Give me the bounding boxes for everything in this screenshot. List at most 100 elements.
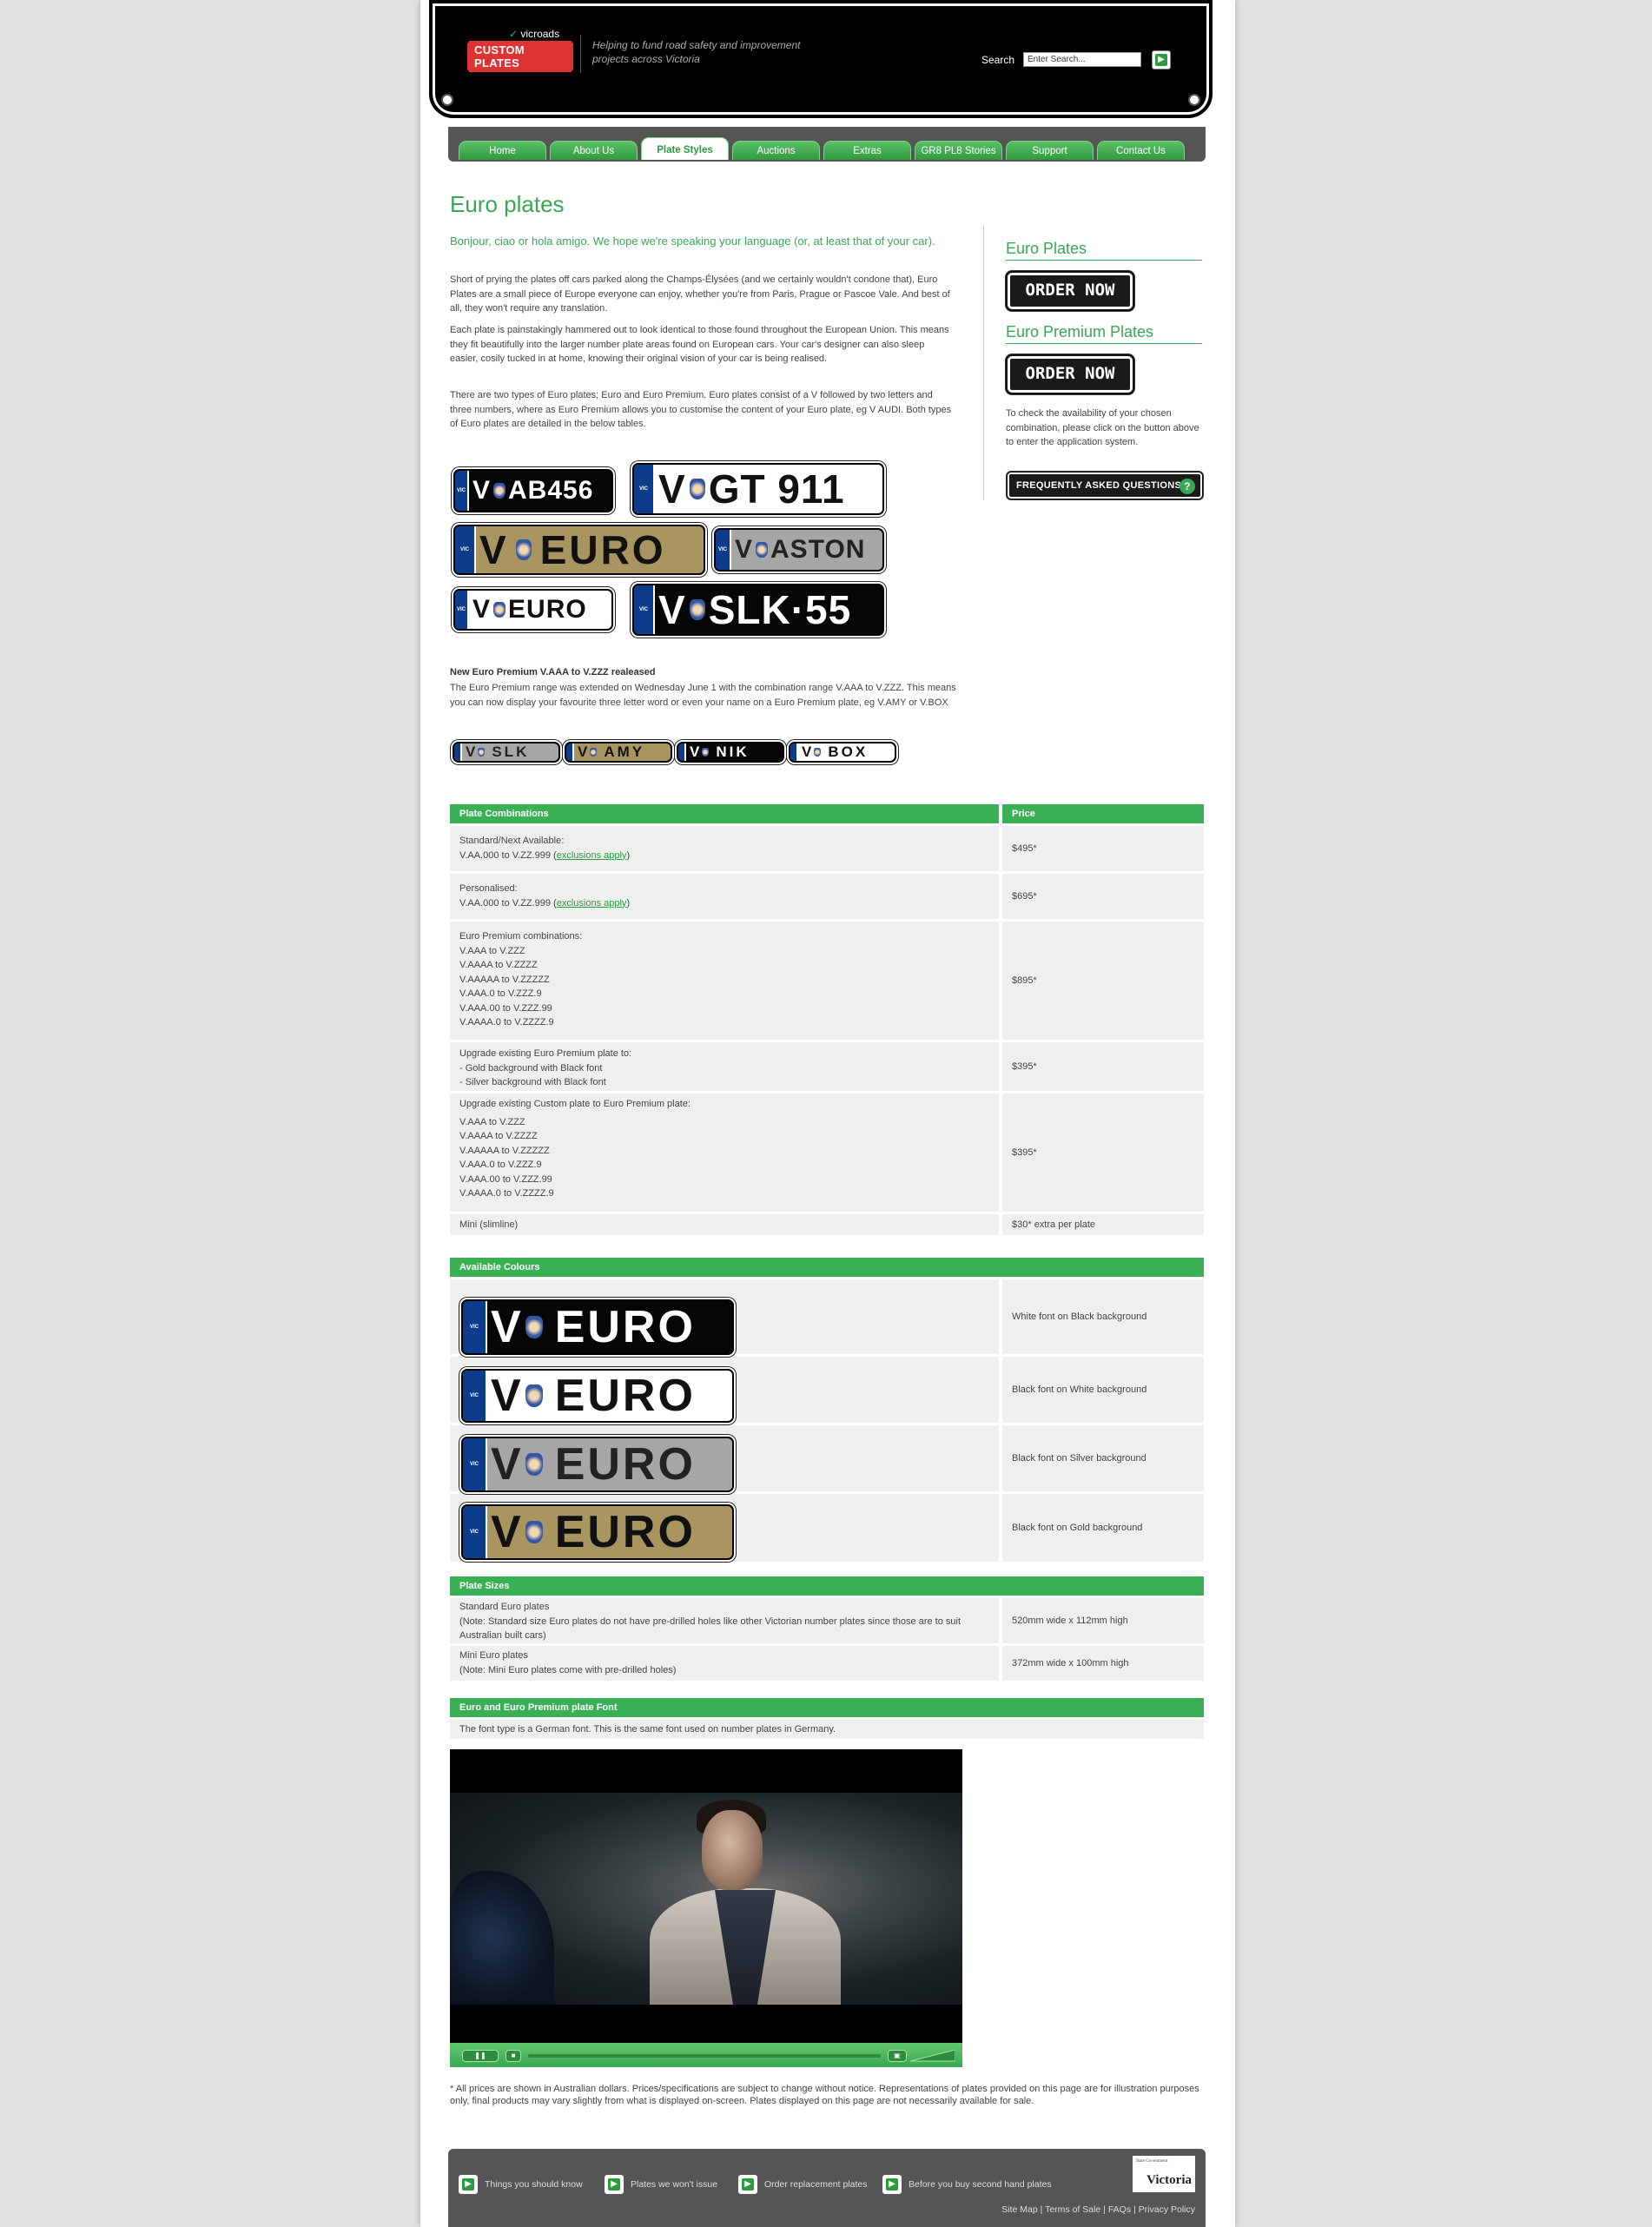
vic-label: VIC [638,606,648,612]
footer-link-second-hand-plates[interactable]: ▶ Before you buy second hand plates [882,2175,1052,2194]
tab-extras[interactable]: Extras [823,141,911,160]
vic-label: VIC [717,546,727,552]
row-line: V.AAAA.0 to V.ZZZZ.9 [459,1188,554,1199]
volume-icon[interactable] [910,2050,955,2062]
tab-support[interactable]: Support [1006,141,1094,160]
colour-plate-white: VIC V EURO [461,1369,734,1423]
row-line: - Silver background with Black font [459,1077,606,1087]
premium-release-heading: New Euro Premium V.AAA to V.ZZZ realease… [450,667,656,677]
table-row: Standard/Next Available: V.AA.000 to V.Z… [450,826,999,871]
plate-text: SLK·55 [708,587,852,632]
mini-plate-slk: V SLK [453,742,560,763]
vic-label: VIC [469,1529,479,1535]
plate-text: NIK [716,743,750,760]
arrow-right-icon: ▶ [605,2175,624,2194]
tab-home[interactable]: Home [459,141,546,160]
video-player[interactable]: ❚❚ ■ ▣ [450,1749,962,2067]
footer-link-replacement-plates[interactable]: ▶ Order replacement plates [738,2175,867,2194]
plate-euro-gold: VIC V EURO [453,525,705,575]
page-title: Euro plates [450,191,565,217]
row-title: Mini Euro plates [459,1650,528,1661]
range-text: V.AA.000 to V.ZZ.999 [459,897,551,909]
pause-icon[interactable]: ❚❚ [462,2050,499,2062]
plate-slk55: VIC V SLK·55 [632,584,884,636]
rivet-left [441,94,453,106]
row-line: V.AAAAA to V.ZZZZZ [459,974,550,985]
crest-icon [756,542,769,558]
colour-plate-gold: VIC V EURO [461,1504,734,1560]
crest-icon [702,748,710,757]
row-line: V.AAAA.0 to V.ZZZZ.9 [459,1017,554,1028]
gov-small-label: State Government [1136,2159,1168,2164]
vic-band: VIC [463,1438,487,1490]
table-header-font: Euro and Euro Premium plate Font [450,1698,1204,1717]
stop-icon[interactable]: ■ [506,2050,521,2062]
exclusions-link[interactable]: exclusions apply [557,898,627,909]
faq-label: FREQUENTLY ASKED QUESTIONS [1016,480,1182,491]
question-icon: ? [1180,479,1195,494]
crest-icon [814,748,822,757]
video-frame[interactable] [450,1793,962,2005]
table-row: Mini Euro plates (Note: Mini Euro plates… [450,1646,999,1681]
vic-band [790,743,798,761]
page: ✓ vicroads CUSTOM PLATES Helping to fund… [420,0,1235,2227]
crest-icon [689,479,705,499]
vic-band: VIC [716,530,731,570]
vicroads-brand[interactable]: ✓ vicroads [509,28,559,40]
row-line: V.AAA.0 to V.ZZZ.9 [459,1160,542,1170]
order-now-premium-button[interactable]: ORDER NOW [1006,354,1134,394]
crest-icon [689,599,705,620]
main-nav: Home About Us Plate Styles Auctions Extr… [448,127,1206,162]
row-line: - Gold background with Black font [459,1062,603,1074]
plate-prefix: V [690,743,701,760]
victoria-logo[interactable]: State Government Victoria [1133,2156,1195,2192]
video-progress-track[interactable] [528,2054,881,2058]
footer-legal-links[interactable]: Site Map | Terms of Sale | FAQs | Privac… [1001,2204,1195,2215]
plate-ab456: VIC V AB456 [453,469,613,512]
tab-about-us[interactable]: About Us [550,141,638,160]
row-title: Personalised: [459,883,518,894]
order-now-euro-button[interactable]: ORDER NOW [1006,271,1134,311]
paragraph-2: Each plate is painstakingly hammered out… [450,325,949,364]
colour-plate-silver: VIC V EURO [461,1437,734,1492]
brand-label: vicroads [520,28,560,40]
crest-icon [525,1521,543,1543]
tab-plate-styles[interactable]: Plate Styles [641,137,729,160]
plate-prefix: V [472,476,492,505]
tab-contact-us[interactable]: Contact Us [1097,141,1185,160]
table-row: Personalised: V.AA.000 to V.ZZ.999 (excl… [450,874,999,919]
plate-text: ASTON [770,535,866,564]
fullscreen-icon[interactable]: ▣ [888,2050,907,2062]
vic-label: VIC [469,1392,479,1398]
exclusions-link[interactable]: exclusions apply [557,850,627,861]
crest-icon [493,602,506,618]
plate-text: BOX [828,743,869,760]
footer-link-plates-wont-issue[interactable]: ▶ Plates we won't issue [605,2175,717,2194]
table-row: Euro Premium combinations: V.AAA to V.ZZ… [450,922,999,1040]
plate-text: SLK [492,743,530,760]
plate-gt911: VIC V GT 911 [632,463,884,515]
header: ✓ vicroads CUSTOM PLATES Helping to fund… [429,0,1213,118]
vic-label: VIC [459,546,469,552]
arrow-right-icon: ▶ [1155,54,1167,66]
plate-euro-white: VIC V EURO [453,589,613,631]
vic-band: VIC [455,526,476,573]
row-title: Upgrade existing Euro Premium plate to: [459,1048,632,1059]
footer-link-label: Plates we won't issue [631,2179,718,2190]
tab-gr8-pl8-stories[interactable]: GR8 PL8 Stories [915,141,1002,160]
row-line: V.AA.000 to V.ZZ.999 (exclusions apply) [459,897,631,909]
tab-auctions[interactable]: Auctions [732,141,820,160]
faq-button[interactable]: FREQUENTLY ASKED QUESTIONS? [1007,472,1203,499]
plate-text: GT 911 [708,466,845,512]
search-go-button[interactable]: ▶ [1152,50,1171,69]
row-line: V.AAA to V.ZZZ [459,945,525,956]
footer-link-things-to-know[interactable]: ▶ Things you should know [459,2175,583,2194]
custom-plates-logo[interactable]: CUSTOM PLATES [467,41,573,72]
tagline: Helping to fund road safety and improvem… [592,39,801,65]
row-line: V.AAAA to V.ZZZZ [459,960,538,970]
search-input[interactable] [1023,52,1141,67]
video-controls: ❚❚ ■ ▣ [450,2043,962,2067]
row-line: V.AAA.00 to V.ZZZ.99 [459,1002,552,1014]
font-table: Euro and Euro Premium plate Font The fon… [450,1698,1204,1741]
plate-prefix: V [658,587,686,632]
